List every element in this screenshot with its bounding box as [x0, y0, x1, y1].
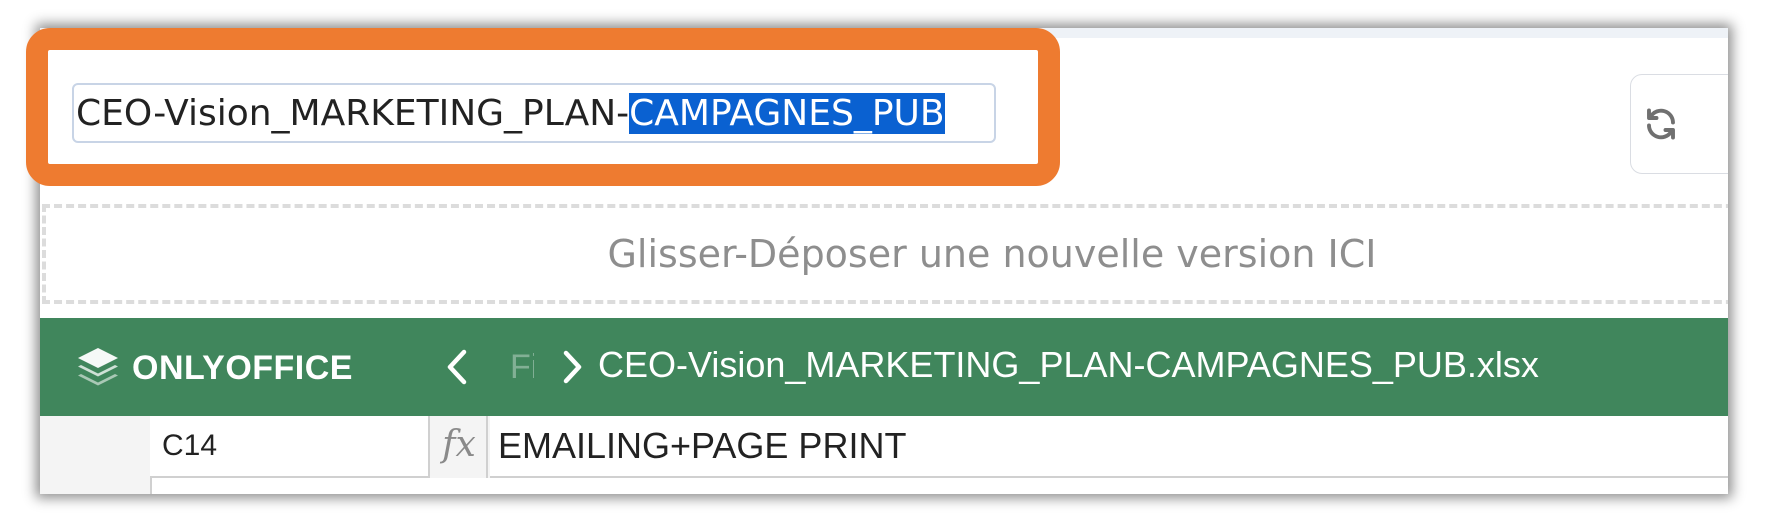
insert-function-button[interactable]: fx — [432, 416, 488, 478]
title-selected-text: CAMPAGNES_PUB — [629, 92, 945, 134]
screenshot-canvas: Glisser-Déposer une nouvelle version ICI… — [0, 0, 1768, 525]
document-title-input[interactable]: CEO-Vision_MARKETING_PLAN- CAMPAGNES_PUB — [72, 83, 996, 143]
onlyoffice-logo: ONLYOFFICE — [74, 344, 353, 392]
formula-bar: C14 fx EMAILING+PAGE PRINT — [40, 416, 1728, 494]
sheet-grid-top — [150, 478, 1728, 494]
title-unselected-text: CEO-Vision_MARKETING_PLAN- — [76, 92, 630, 134]
file-name: CEO-Vision_MARKETING_PLAN-CAMPAGNES_PUB.… — [598, 344, 1539, 385]
chevron-left-icon — [447, 349, 467, 385]
breadcrumb-separator — [558, 346, 586, 392]
onlyoffice-logo-text: ONLYOFFICE — [132, 348, 353, 387]
onlyoffice-layers-icon — [78, 348, 118, 386]
chevron-right-icon — [563, 350, 582, 384]
refresh-icon — [1647, 108, 1675, 140]
onlyoffice-header: ONLYOFFICE Fi CEO-Vision_MARKETING_PLAN-… — [40, 318, 1728, 416]
formula-input[interactable]: EMAILING+PAGE PRINT — [490, 416, 1728, 478]
refresh-button[interactable] — [1630, 74, 1728, 174]
faded-menu-label: Fi — [510, 348, 534, 386]
drop-zone-label: Glisser-Déposer une nouvelle version ICI — [607, 232, 1377, 276]
back-button[interactable] — [440, 344, 474, 394]
file-drop-zone[interactable]: Glisser-Déposer une nouvelle version ICI — [42, 204, 1728, 304]
cell-reference-input[interactable]: C14 — [150, 416, 430, 478]
